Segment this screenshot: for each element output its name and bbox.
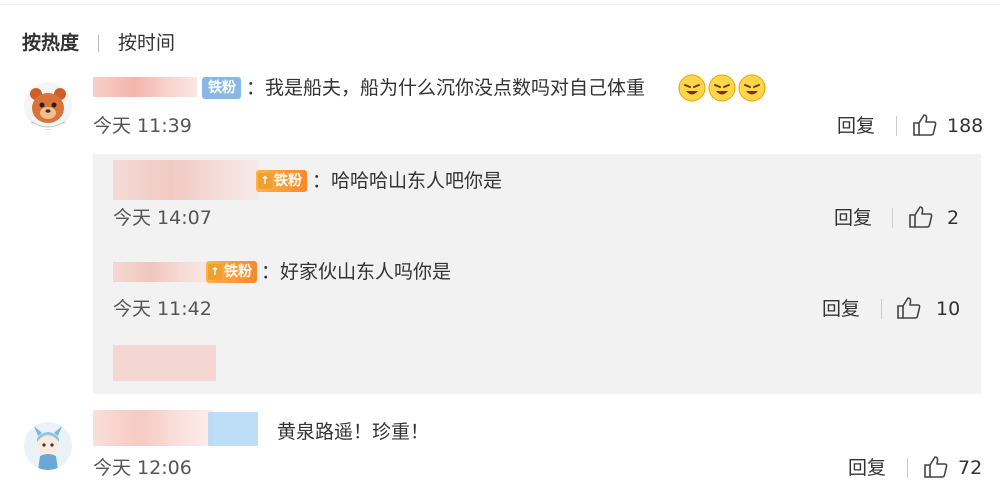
laughing-emoji-icon [708,74,736,102]
fan-badge: ↑ 铁粉 [206,261,257,283]
action-divider [881,299,882,319]
thumbs-up-icon[interactable] [923,455,949,479]
reply-timestamp: 今天 14:07 [113,207,212,229]
comment-text: 黄泉路遥！珍重！ [277,421,430,443]
fan-level-icon: ↑ [208,264,222,280]
laughing-emoji-icon [738,74,766,102]
like-count: 2 [947,207,960,229]
tab-sort-by-hot[interactable]: 按热度 [22,30,79,56]
reply-button[interactable]: 回复 [834,205,872,231]
thumbs-up-icon[interactable] [908,205,934,229]
comment-timestamp: 今天 11:39 [93,115,192,137]
reply-button[interactable]: 回复 [822,296,860,322]
fan-badge: 铁粉 [202,77,241,99]
reply-text: ：好家伙山东人吗你是 [261,261,452,283]
reply-timestamp: 今天 11:42 [113,298,212,320]
fan-badge: ↑ 铁粉 [256,170,307,192]
like-count: 72 [958,457,983,479]
username-blurred[interactable] [113,262,209,282]
bear-avatar-icon [24,82,72,130]
like-count: 188 [947,115,984,137]
avatar[interactable] [24,422,72,470]
laughing-emoji-icon [678,74,706,102]
username-blurred[interactable] [93,410,213,446]
tab-separator [98,35,99,52]
reply-button[interactable]: 回复 [837,113,875,139]
thumbs-up-icon[interactable] [912,113,938,137]
more-replies-link-blurred[interactable] [113,345,216,381]
avatar[interactable] [24,82,72,130]
action-divider [892,208,893,228]
like-count: 10 [936,298,961,320]
badge-blurred [208,412,258,446]
thumbs-up-icon[interactable] [896,296,922,320]
emoji-group [678,74,766,102]
username-blurred[interactable] [93,77,197,97]
tab-sort-by-time[interactable]: 按时间 [118,30,175,56]
top-divider [0,4,1000,5]
anime-avatar-icon [24,422,72,470]
reply-button[interactable]: 回复 [848,455,886,481]
comment-timestamp: 今天 12:06 [93,457,192,479]
action-divider [896,116,897,136]
reply-text: ：哈哈哈山东人吧你是 [312,170,503,192]
fan-level-icon: ↑ [258,173,272,189]
username-blurred[interactable] [113,160,259,200]
comment-text: ：我是船夫，船为什么沉你没点数吗对自己体重 [246,77,646,99]
action-divider [907,458,908,478]
